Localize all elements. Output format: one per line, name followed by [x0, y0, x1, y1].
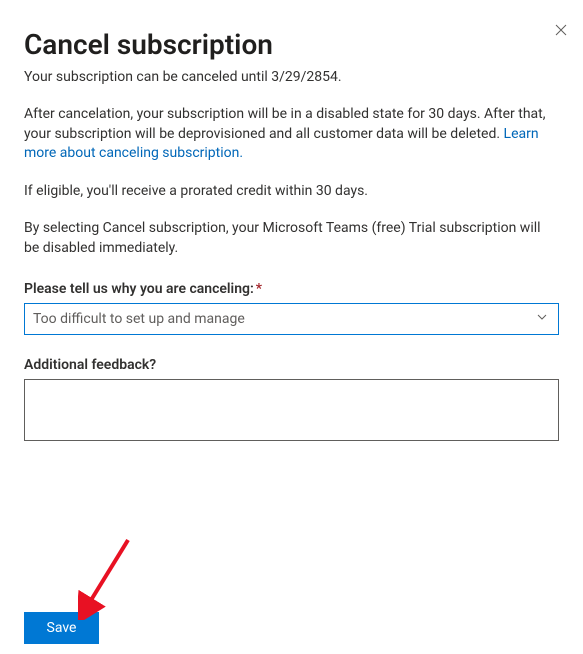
reason-dropdown[interactable]: Too difficult to set up and manage [24, 303, 559, 335]
dialog-subtitle: Your subscription can be canceled until … [24, 69, 559, 85]
required-indicator: * [256, 281, 262, 297]
cancelation-info-text: After cancelation, your subscription wil… [24, 106, 546, 142]
reason-dropdown-value: Too difficult to set up and manage [33, 311, 245, 327]
reason-label-text: Please tell us why you are canceling: [24, 281, 254, 297]
save-button[interactable]: Save [24, 612, 99, 644]
immediate-disable-paragraph: By selecting Cancel subscription, your M… [24, 219, 559, 258]
arrow-annotation [78, 535, 138, 620]
feedback-textarea[interactable] [24, 379, 559, 441]
close-icon [555, 23, 567, 39]
feedback-label: Additional feedback? [24, 357, 559, 373]
reason-label: Please tell us why you are canceling:* [24, 281, 559, 297]
close-button[interactable] [555, 24, 567, 38]
chevron-down-icon [536, 311, 548, 327]
prorated-credit-paragraph: If eligible, you'll receive a prorated c… [24, 182, 559, 202]
cancelation-info-paragraph: After cancelation, your subscription wil… [24, 105, 559, 164]
dialog-title: Cancel subscription [24, 28, 559, 61]
